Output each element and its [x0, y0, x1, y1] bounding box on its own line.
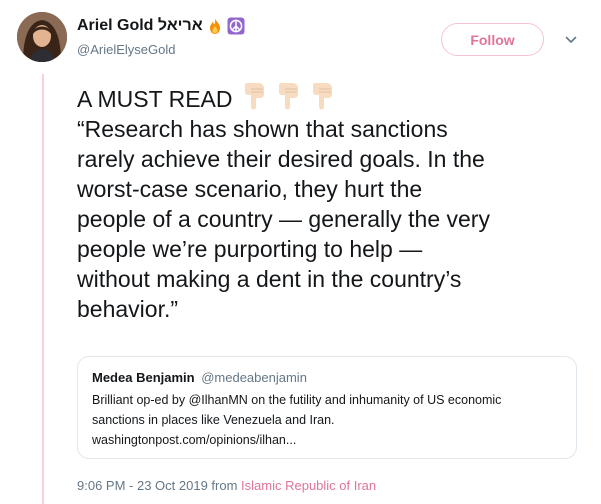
tweet-line: worst-case scenario, they hurt the: [77, 176, 423, 202]
tweet-line: “Research has shown that sanctions: [77, 116, 448, 142]
peace-sign-icon: [227, 17, 245, 35]
quoted-tweet-header: Medea Benjamin @medeabenjamin: [92, 369, 562, 387]
emoji-group: [241, 82, 335, 110]
quoted-tweet-line: sanctions in places like Venezuela and I…: [92, 413, 335, 427]
fire-icon: [206, 17, 224, 35]
tweet-line-text: A MUST READ: [77, 86, 233, 112]
backhand-index-pointing-down-icon: [309, 82, 335, 110]
quoted-tweet-line: Brilliant op-ed by @IlhanMN on the futil…: [92, 393, 502, 407]
tweet-line: people we’re purporting to help —: [77, 236, 423, 262]
tweet-line: A MUST READ: [77, 82, 592, 114]
quoted-tweet-link[interactable]: washingtonpost.com/opinions/ilhan...: [92, 430, 562, 450]
tweet-meta: 9:06 PM - 23 Oct 2019 from Islamic Repub…: [77, 478, 376, 493]
chevron-down-icon[interactable]: [565, 35, 577, 45]
backhand-index-pointing-down-icon: [241, 82, 267, 110]
tweet-author: Ariel Gold אריאל @ArielElyseGold: [77, 16, 245, 56]
thread-line: [42, 74, 44, 504]
tweet-line: behavior.”: [77, 296, 179, 322]
quoted-author-name: Medea Benjamin: [92, 370, 195, 385]
quoted-tweet-text: Brilliant op-ed by @IlhanMN on the futil…: [92, 390, 562, 450]
tweet-location-link[interactable]: Islamic Republic of Iran: [241, 478, 376, 493]
tweet-timestamp[interactable]: 9:06 PM - 23 Oct 2019 from: [77, 478, 241, 493]
author-handle[interactable]: @ArielElyseGold: [77, 43, 245, 56]
tweet-text: A MUST READ “Research has shown that san…: [77, 82, 592, 324]
tweet-line: without making a dent in the country’s: [77, 266, 462, 292]
quoted-tweet-card[interactable]: Medea Benjamin @medeabenjamin Brilliant …: [77, 356, 577, 459]
quoted-author-handle: @medeabenjamin: [201, 370, 307, 385]
author-display-name[interactable]: Ariel Gold אריאל: [77, 18, 203, 34]
tweet-line: people of a country — generally the very: [77, 206, 490, 232]
follow-button[interactable]: Follow: [441, 23, 544, 56]
author-name-row: Ariel Gold אריאל: [77, 16, 245, 36]
tweet-line: rarely achieve their desired goals. In t…: [77, 146, 485, 172]
avatar[interactable]: [17, 12, 67, 62]
backhand-index-pointing-down-icon: [275, 82, 301, 110]
